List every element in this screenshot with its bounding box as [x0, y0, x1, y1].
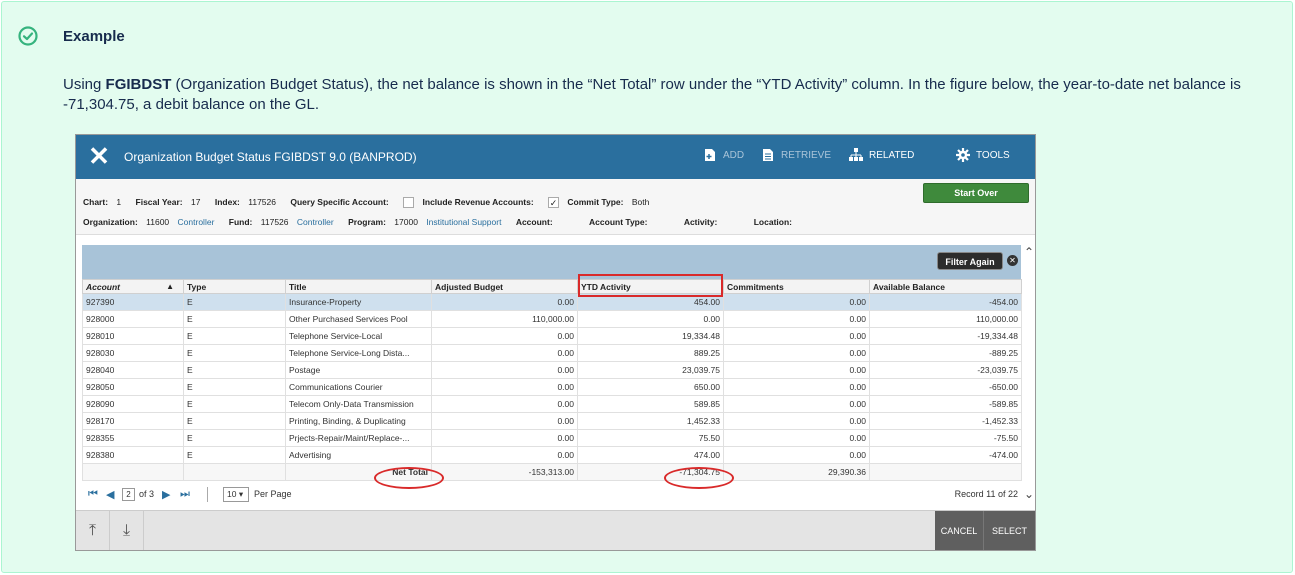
- table-row[interactable]: 928170 E Printing, Binding, & Duplicating 0…: [82, 412, 1022, 430]
- grid-header-row: Account ▲ Type Title Adjusted Budget YTD …: [82, 279, 1022, 294]
- per-page-select[interactable]: 10 ▾: [223, 487, 249, 502]
- section-gap: [76, 235, 1035, 245]
- net-total-adjusted-budget: -153,313.00: [431, 463, 578, 481]
- filter-bar: Filter Again ✕: [82, 245, 1021, 279]
- panel-title: Example: [63, 28, 125, 45]
- net-total-row: Net Total -153,313.00 -71,304.75 29,390.…: [82, 463, 1022, 481]
- criteria-row-2: Organization: 11600 Controller Fund: 117…: [83, 217, 792, 227]
- record-count: Record 11 of 22: [954, 489, 1018, 499]
- table-row[interactable]: 928000 E Other Purchased Services Pool 110,…: [82, 310, 1022, 328]
- table-row[interactable]: 928380 E Advertising 0.00 474.00 0.00 -474.00: [82, 446, 1022, 464]
- next-page-icon[interactable]: ▶: [162, 488, 170, 501]
- table-row[interactable]: 928355 E Prjects-Repair/Maint/Replace-... 0…: [82, 429, 1022, 447]
- chevron-down-icon: ▾: [238, 489, 244, 499]
- col-commitments[interactable]: Commitments: [723, 279, 870, 294]
- related-button[interactable]: RELATED: [849, 148, 914, 162]
- col-available-balance[interactable]: Available Balance: [869, 279, 1022, 294]
- query-specific-checkbox[interactable]: [403, 197, 415, 209]
- scroll-down-icon[interactable]: ⌄: [1023, 487, 1035, 507]
- net-total-commitments: 29,390.36: [723, 463, 870, 481]
- cancel-button[interactable]: CANCEL: [935, 511, 984, 550]
- ytd-activity-highlight: [578, 274, 723, 297]
- col-adjusted-budget[interactable]: Adjusted Budget: [431, 279, 578, 294]
- banner-screenshot: ✕ Organization Budget Status FGIBDST 9.0…: [75, 134, 1036, 551]
- key-criteria: Chart: 1 Fiscal Year: 17 Index: 117526 Q…: [76, 179, 1035, 235]
- retrieve-doc-icon: [763, 149, 773, 161]
- col-account[interactable]: Account ▲: [82, 279, 184, 294]
- sort-asc-icon: ▲: [166, 281, 174, 291]
- pager-divider: [207, 487, 208, 502]
- page-count: of 3: [139, 489, 155, 499]
- col-type[interactable]: Type: [183, 279, 286, 294]
- go-bottom-icon[interactable]: ⤓: [110, 511, 144, 550]
- app-header: ✕ Organization Budget Status FGIBDST 9.0…: [76, 135, 1035, 179]
- bottom-bar: ⤒ ⤓ CANCEL SELECT: [76, 510, 1035, 550]
- pagination: ⏮ ◀ 2 of 3 ▶ ⏭ 10 ▾ Per Page Record 11 o…: [82, 485, 1021, 505]
- last-page-icon[interactable]: ⏭: [180, 488, 190, 501]
- gear-icon: [956, 148, 970, 162]
- budget-grid: Account ▲ Type Title Adjusted Budget YTD …: [82, 279, 1022, 481]
- table-row[interactable]: 928090 E Telecom Only-Data Transmission 0.0…: [82, 395, 1022, 413]
- per-page-label: Per Page: [254, 489, 292, 499]
- start-over-button[interactable]: Start Over: [923, 183, 1029, 203]
- filter-again-button[interactable]: Filter Again: [937, 252, 1003, 270]
- panel-text: Using FGIBDST (Organization Budget Statu…: [63, 76, 1241, 113]
- check-circle-icon: [18, 26, 38, 46]
- related-icon: [849, 148, 863, 161]
- retrieve-button[interactable]: RETRIEVE: [761, 148, 831, 162]
- clear-filter-icon[interactable]: ✕: [1007, 255, 1018, 266]
- page-number-input[interactable]: 2: [122, 488, 135, 501]
- table-row[interactable]: 928050 E Communications Courier 0.00 650.00 0…: [82, 378, 1022, 396]
- close-icon[interactable]: ✕: [84, 141, 114, 171]
- col-title[interactable]: Title: [285, 279, 432, 294]
- table-row[interactable]: 928040 E Postage 0.00 23,039.75 0.00 -23,039.7…: [82, 361, 1022, 379]
- add-button[interactable]: ADD: [703, 148, 744, 162]
- go-top-icon[interactable]: ⤒: [76, 511, 110, 550]
- prev-page-icon[interactable]: ◀: [106, 488, 114, 501]
- table-row[interactable]: 928010 E Telephone Service-Local 0.00 19,334…: [82, 327, 1022, 345]
- add-doc-icon: [705, 149, 715, 161]
- select-button[interactable]: SELECT: [984, 511, 1035, 550]
- include-revenue-checkbox[interactable]: ✓: [548, 197, 560, 209]
- table-row[interactable]: 928030 E Telephone Service-Long Dista... 0.…: [82, 344, 1022, 362]
- scroll-up-icon[interactable]: ⌃: [1023, 245, 1035, 265]
- table-row[interactable]: 927390 E Insurance-Property 0.00 454.00 0.00-…: [82, 293, 1022, 311]
- app-title: Organization Budget Status FGIBDST 9.0 (…: [124, 150, 417, 164]
- tools-button[interactable]: TOOLS: [956, 148, 1010, 162]
- first-page-icon[interactable]: ⏮: [88, 488, 98, 501]
- criteria-row-1: Chart: 1 Fiscal Year: 17 Index: 117526 Q…: [83, 197, 650, 209]
